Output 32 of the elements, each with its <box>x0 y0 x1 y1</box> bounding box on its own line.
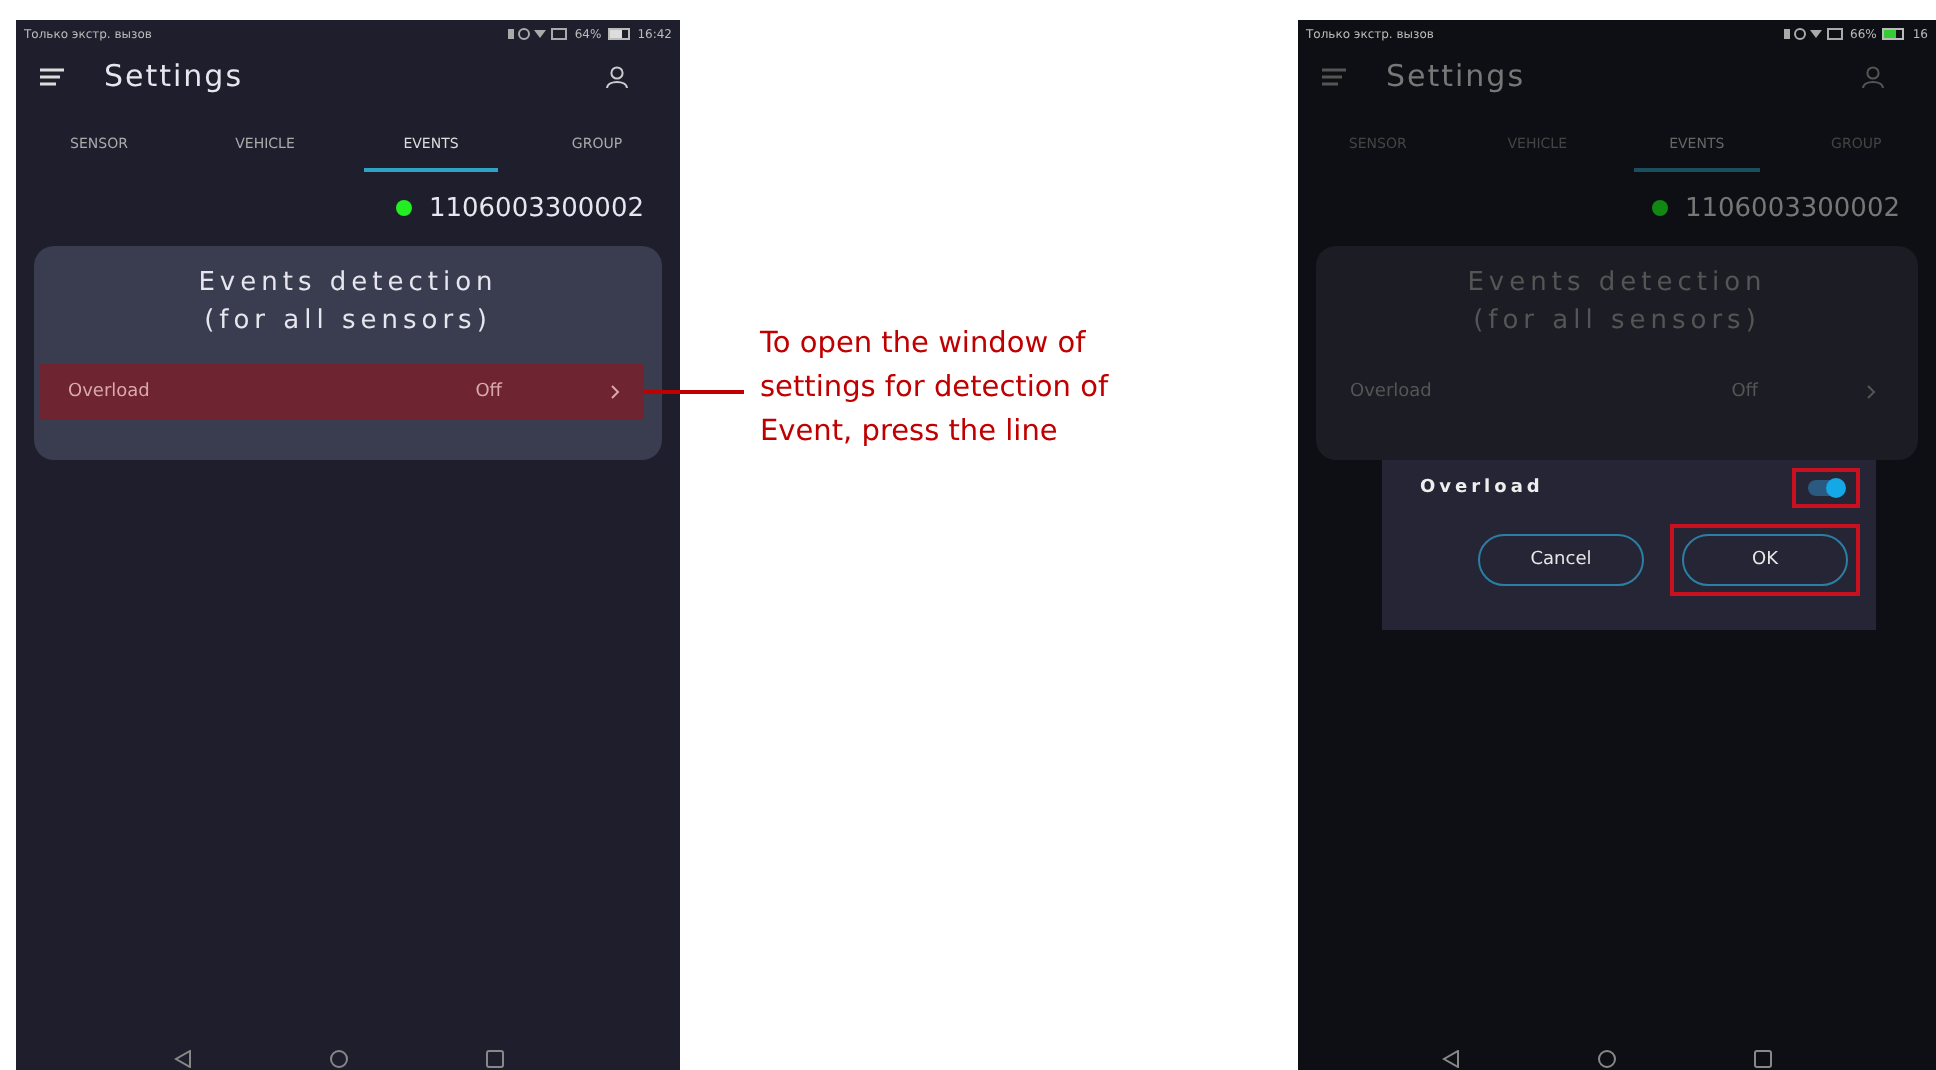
row-label: Overload <box>68 382 152 402</box>
device-id: 1106003300002 <box>428 193 644 223</box>
chevron-icon <box>1866 384 1876 400</box>
status-icons <box>1784 28 1845 40</box>
recent-apps-icon[interactable] <box>485 1050 503 1068</box>
card-title: Events detection <box>196 266 500 302</box>
user-icon[interactable] <box>606 65 628 87</box>
back-icon[interactable] <box>173 1050 191 1068</box>
row-value: Off <box>1731 382 1758 402</box>
screen-title: Settings <box>1386 58 1528 94</box>
card-title: Events detection <box>1465 266 1769 302</box>
leader-line <box>644 390 744 394</box>
dialog-button[interactable]: Cancel <box>1478 534 1644 586</box>
device-id: 1106003300002 <box>1684 193 1900 223</box>
back-icon[interactable] <box>1442 1050 1460 1068</box>
row-value: Off <box>475 382 502 402</box>
home-icon[interactable] <box>1598 1050 1616 1068</box>
recent-apps-icon[interactable] <box>1754 1050 1772 1068</box>
battery-icon <box>607 28 632 40</box>
battery-icon <box>1882 28 1907 40</box>
dialog-button[interactable]: OK <box>1682 534 1848 586</box>
dialog-label: Overload <box>1420 478 1544 498</box>
status-icons <box>508 28 569 40</box>
callout-text: To open the window of settings for detection of Event, press the line <box>760 326 1111 452</box>
card-title: (for all sensors) <box>202 304 494 340</box>
settings-row[interactable]: Overload Off <box>40 364 644 420</box>
screen-title: Settings <box>104 58 246 94</box>
home-icon[interactable] <box>329 1050 347 1068</box>
row-label: Overload <box>1350 382 1434 402</box>
card-title: (for all sensors) <box>1471 304 1763 340</box>
chevron-icon <box>610 384 620 400</box>
toggle-switch[interactable] <box>1808 480 1844 496</box>
